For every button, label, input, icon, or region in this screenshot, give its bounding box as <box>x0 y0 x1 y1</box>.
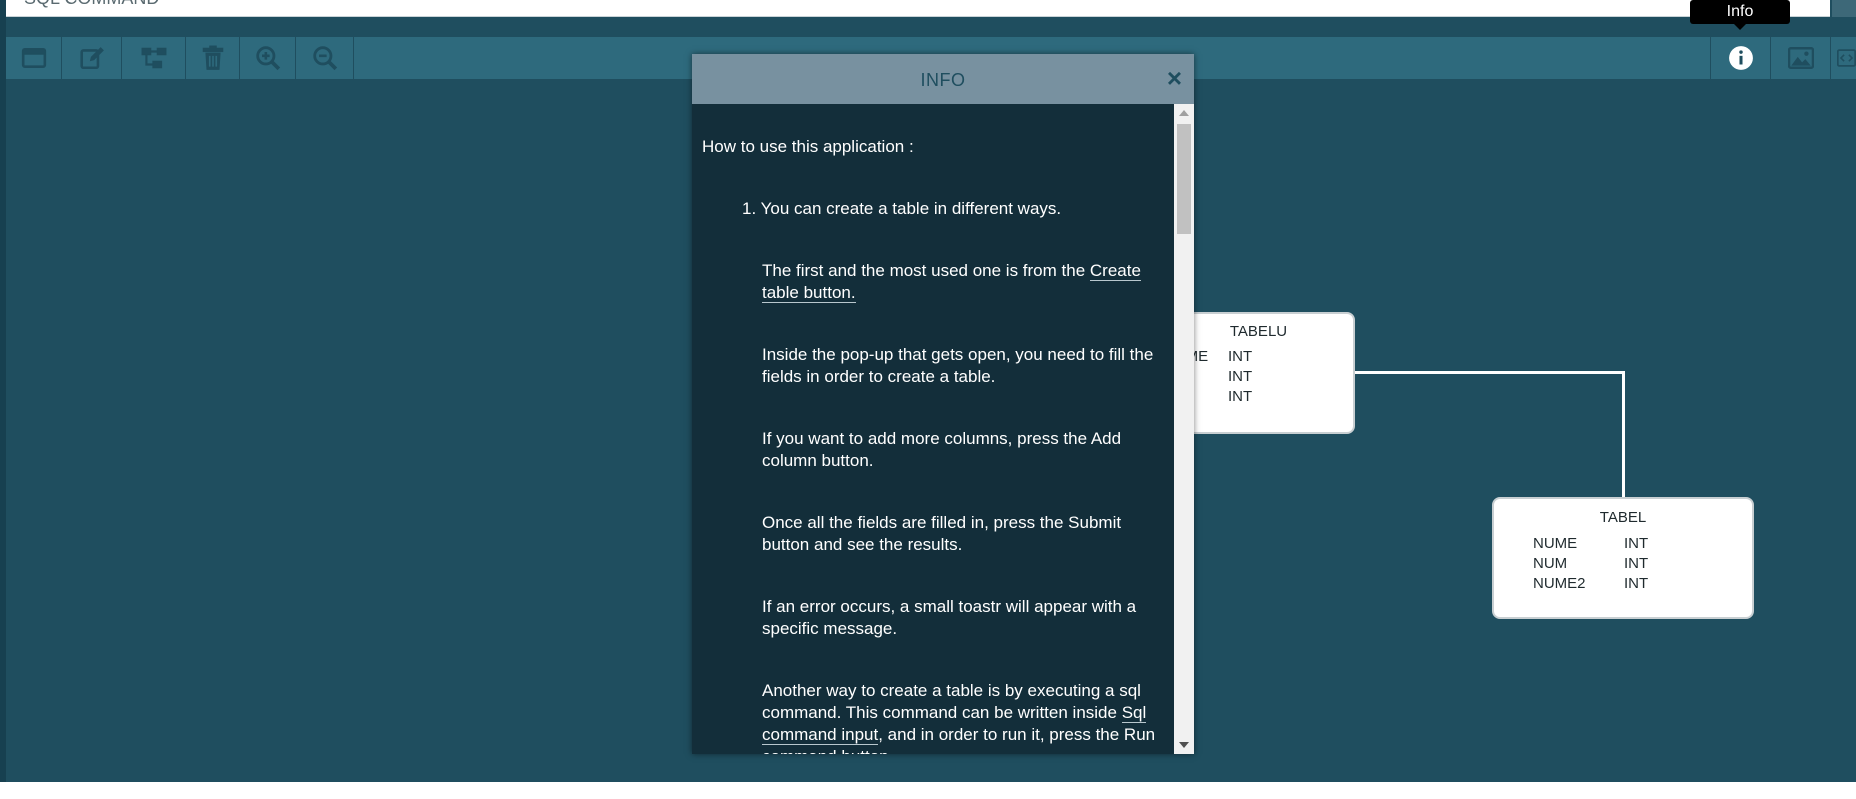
column-type: INT <box>1228 348 1253 365</box>
column-name: NUME2 <box>1533 575 1586 592</box>
sql-command-input[interactable]: SQL COMMAND <box>6 0 1830 17</box>
export-image-button[interactable] <box>1770 37 1830 79</box>
column-name: NUM <box>1533 555 1568 572</box>
relation-line-vertical <box>1622 371 1625 498</box>
modal-title: INFO <box>920 70 966 90</box>
paragraph-text: Another way to create a table is by exec… <box>762 681 1141 722</box>
paragraph-5: If an error occurs, a small toastr will … <box>762 597 1137 638</box>
modal-body: How to use this application : 1. You can… <box>692 104 1172 754</box>
modal-scrollbar[interactable] <box>1174 104 1194 754</box>
zoom-out-button[interactable] <box>296 37 354 79</box>
window-icon <box>21 48 46 68</box>
edit-icon <box>79 47 104 70</box>
column-type: INT <box>1228 368 1253 385</box>
diagram-icon <box>141 47 166 69</box>
create-table-button[interactable] <box>6 37 62 79</box>
scroll-down-arrow[interactable] <box>1179 742 1189 748</box>
table-node-tabel[interactable]: TABEL NUME INT NUM INT NUME2 INT <box>1492 497 1754 619</box>
code-button[interactable] <box>1830 37 1856 79</box>
info-tooltip: Info <box>1690 0 1790 30</box>
left-edge <box>0 0 6 782</box>
intro-text: How to use this application : <box>702 137 914 156</box>
code-icon <box>1837 49 1856 67</box>
trash-icon <box>202 45 223 70</box>
close-icon[interactable]: × <box>1167 64 1182 92</box>
image-icon <box>1787 47 1814 69</box>
zoom-in-button[interactable] <box>240 37 296 79</box>
relation-line-horizontal <box>1352 371 1625 374</box>
sql-command-input-text: SQL COMMAND <box>24 0 159 8</box>
column-type: INT <box>1624 575 1649 592</box>
zoom-in-icon <box>255 46 280 71</box>
scroll-thumb[interactable] <box>1177 124 1191 234</box>
info-modal: INFO × How to use this application : 1. … <box>692 54 1194 754</box>
paragraph-2: Inside the pop-up that gets open, you ne… <box>762 345 1154 386</box>
modal-header: INFO × <box>692 54 1194 104</box>
zoom-out-icon <box>312 46 337 71</box>
top-right-button[interactable] <box>1832 0 1856 17</box>
column-type: INT <box>1624 535 1649 552</box>
paragraph-4: Once all the fields are filled in, press… <box>762 513 1122 554</box>
column-type: INT <box>1624 555 1649 572</box>
paragraph-1: The first and the most used one is from … <box>762 260 1172 304</box>
paragraph-6: Another way to create a table is by exec… <box>762 680 1172 754</box>
column-name: NUME <box>1533 535 1578 552</box>
table-title: TABEL <box>1599 509 1647 526</box>
bottom-margin <box>0 782 1856 799</box>
diagram-button[interactable] <box>122 37 186 79</box>
list-item-1: 1. You can create a table in different w… <box>742 199 1062 218</box>
edit-button[interactable] <box>62 37 122 79</box>
paragraph-text: The first and the most used one is from … <box>762 261 1090 280</box>
scroll-up-arrow[interactable] <box>1179 110 1189 116</box>
paragraph-3: If you want to add more columns, press t… <box>762 429 1122 470</box>
info-button[interactable] <box>1710 37 1770 79</box>
info-icon <box>1728 46 1753 70</box>
column-type: INT <box>1228 388 1253 405</box>
delete-button[interactable] <box>186 37 240 79</box>
